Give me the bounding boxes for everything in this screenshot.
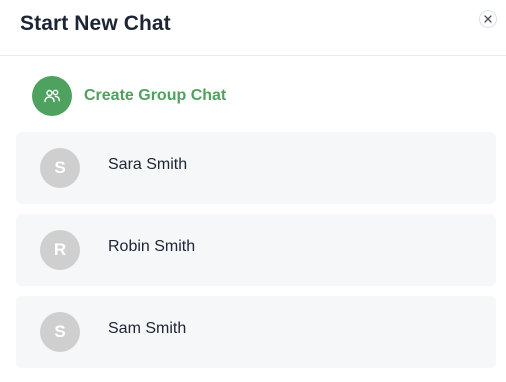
close-icon bbox=[484, 15, 492, 23]
contact-name: Sam Smith bbox=[108, 320, 187, 337]
contact-item[interactable]: S Sara Smith bbox=[16, 132, 496, 204]
close-button[interactable] bbox=[479, 10, 497, 28]
dialog-title: Start New Chat bbox=[20, 12, 171, 35]
create-group-chat-button[interactable]: Create Group Chat bbox=[32, 76, 226, 116]
avatar: S bbox=[40, 148, 80, 188]
create-group-chat-label: Create Group Chat bbox=[84, 87, 227, 104]
avatar: R bbox=[40, 230, 80, 270]
group-chat-avatar bbox=[32, 76, 72, 116]
dialog-header: Start New Chat bbox=[0, 0, 506, 56]
contact-name: Sara Smith bbox=[108, 156, 188, 173]
contact-item[interactable]: R Robin Smith bbox=[16, 214, 496, 286]
start-new-chat-dialog: Start New Chat Create Group Chat S Sara … bbox=[0, 0, 506, 382]
contact-list: S Sara Smith R Robin Smith S Sam Smith bbox=[16, 132, 496, 378]
avatar: S bbox=[40, 312, 80, 352]
contact-item[interactable]: S Sam Smith bbox=[16, 296, 496, 368]
group-users-icon bbox=[44, 89, 60, 103]
contact-name: Robin Smith bbox=[108, 238, 196, 255]
